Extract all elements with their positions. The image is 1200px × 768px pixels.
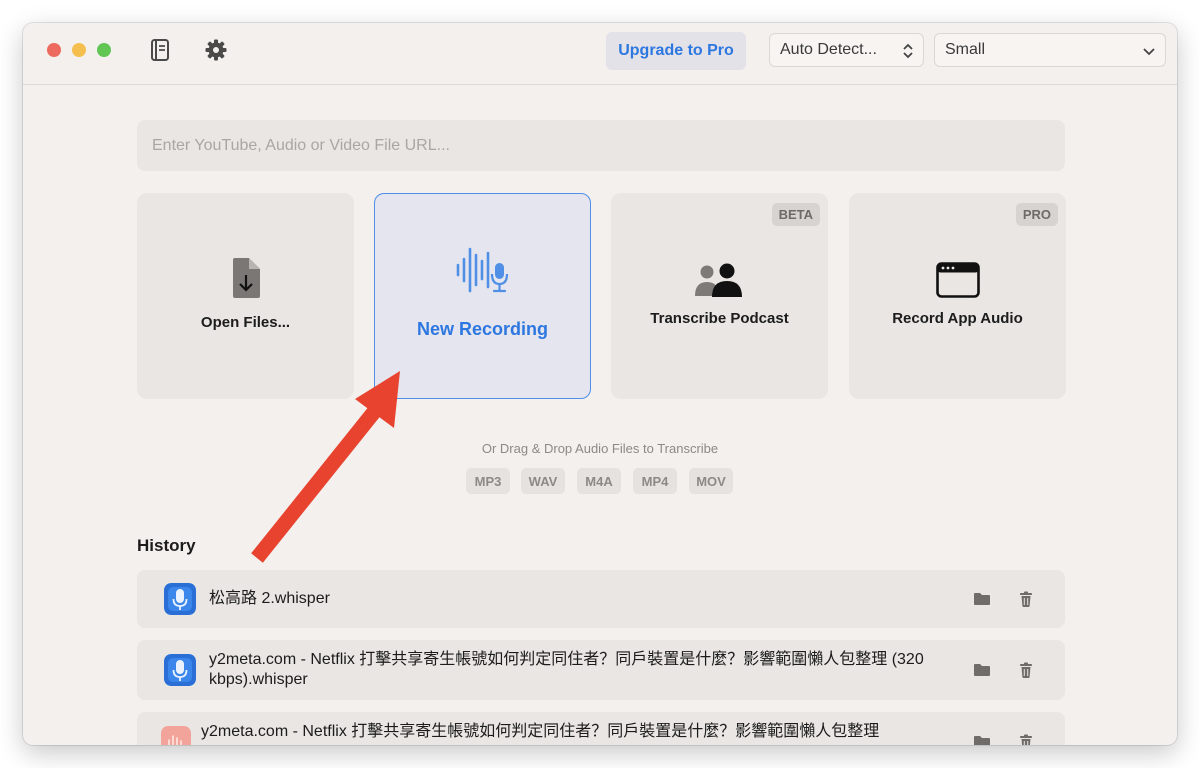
pro-badge: PRO	[1015, 203, 1058, 226]
format-badge: MP4	[633, 468, 677, 494]
beta-badge: BETA	[771, 203, 820, 226]
language-select-value: Auto Detect...	[780, 41, 877, 58]
format-badge: WAV	[521, 468, 565, 494]
format-badge: MP3	[466, 468, 510, 494]
zoom-window-button[interactable]	[97, 43, 111, 57]
people-icon	[694, 263, 746, 302]
history-item-name: y2meta.com - Netflix 打擊共享寄生帳號如何判定同住者？同戶裝…	[201, 723, 880, 740]
trash-icon[interactable]	[1016, 589, 1036, 609]
new-recording-card[interactable]: New Recording	[374, 193, 591, 399]
upgrade-to-pro-button[interactable]: Upgrade to Pro	[606, 32, 746, 70]
folder-icon[interactable]	[972, 589, 992, 609]
chevron-down-icon	[1142, 41, 1156, 66]
folder-icon[interactable]	[972, 660, 992, 680]
trash-icon[interactable]	[1016, 732, 1036, 745]
trash-icon[interactable]	[1016, 660, 1036, 680]
model-select[interactable]: Small	[934, 33, 1166, 67]
app-window-icon	[935, 262, 980, 303]
format-badge: MOV	[689, 468, 733, 494]
audio-file-icon	[161, 726, 191, 745]
record-app-audio-card[interactable]: PRO Record App Audio	[849, 193, 1066, 399]
app-window: Upgrade to Pro Auto Detect... Small Ente…	[23, 23, 1177, 745]
history-item[interactable]: 松高路 2.whisper	[137, 570, 1065, 628]
whisper-file-icon	[164, 654, 196, 686]
waveform-mic-icon	[455, 245, 511, 302]
new-recording-label: New Recording	[416, 319, 549, 339]
url-input[interactable]	[137, 120, 1065, 171]
history-item-name: 松高路 2.whisper	[209, 590, 330, 607]
toolbar: Upgrade to Pro Auto Detect... Small	[23, 23, 1177, 85]
file-download-icon	[230, 257, 262, 304]
whisper-file-icon	[164, 583, 196, 615]
history-item-name: y2meta.com - Netflix 打擊共享寄生帳號如何判定同住者？同戶裝…	[209, 651, 924, 688]
folder-icon[interactable]	[972, 732, 992, 745]
transcribe-podcast-label: Transcribe Podcast	[650, 310, 789, 327]
history-item[interactable]: y2meta.com - Netflix 打擊共享寄生帳號如何判定同住者？同戶裝…	[137, 640, 1065, 700]
minimize-window-button[interactable]	[72, 43, 86, 57]
close-window-button[interactable]	[47, 43, 61, 57]
format-badge: M4A	[577, 468, 621, 494]
record-app-audio-label: Record App Audio	[892, 310, 1023, 327]
history-item[interactable]: y2meta.com - Netflix 打擊共享寄生帳號如何判定同住者？同戶裝…	[137, 712, 1065, 745]
history-heading: History	[137, 536, 196, 555]
gear-icon[interactable]	[204, 38, 228, 62]
model-select-value: Small	[945, 41, 986, 58]
open-files-card[interactable]: Open Files...	[137, 193, 354, 399]
book-icon[interactable]	[148, 38, 172, 62]
updown-chevron-icon	[902, 41, 914, 66]
drag-drop-hint: Or Drag & Drop Audio Files to Transcribe	[481, 441, 719, 456]
open-files-label: Open Files...	[200, 314, 291, 331]
language-select[interactable]: Auto Detect...	[769, 33, 924, 67]
transcribe-podcast-card[interactable]: BETA Transcribe Podcast	[611, 193, 828, 399]
